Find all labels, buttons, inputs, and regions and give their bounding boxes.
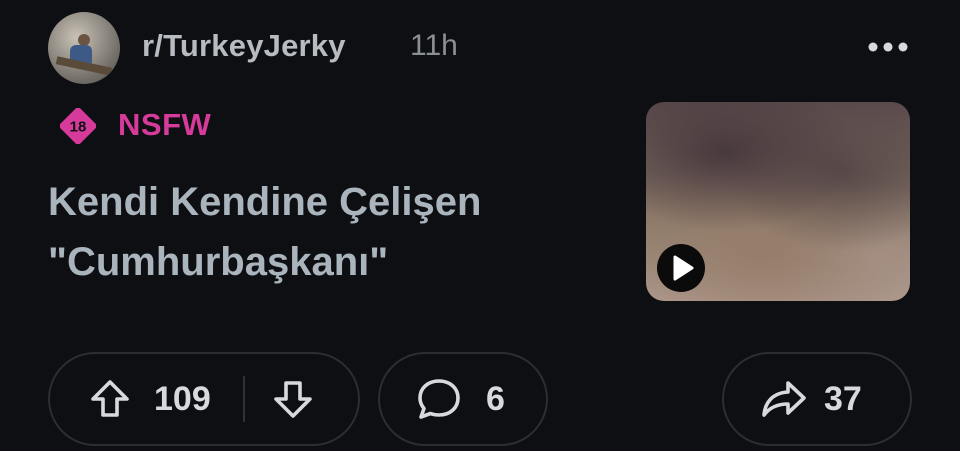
share-icon-wrap — [760, 377, 808, 421]
play-icon[interactable] — [656, 243, 706, 293]
share-button[interactable]: 37 — [722, 352, 912, 446]
upvote-icon — [91, 380, 129, 417]
subreddit-avatar[interactable] — [48, 12, 120, 84]
more-options-button[interactable] — [862, 32, 914, 62]
comment-button[interactable]: 6 — [378, 352, 548, 446]
comment-icon-wrap — [416, 377, 462, 421]
comment-icon — [418, 379, 460, 419]
post-time: 11h — [410, 29, 458, 62]
more-icon — [868, 42, 908, 52]
upvote-button[interactable] — [88, 377, 132, 421]
share-icon — [762, 381, 806, 417]
post-title[interactable]: Kendi Kendine Çelişen "Cumhurbaşkanı" — [48, 172, 608, 292]
downvote-icon — [273, 381, 312, 418]
nsfw-label: NSFW — [118, 107, 212, 142]
downvote-button[interactable] — [271, 377, 315, 421]
nsfw-badge-text: 18 — [70, 119, 87, 136]
upvote-count: 109 — [154, 379, 211, 418]
subreddit-name[interactable]: r/TurkeyJerky — [142, 28, 346, 64]
vote-divider — [242, 376, 245, 422]
vote-bar: 109 — [48, 352, 360, 446]
nsfw-18-icon: 18 — [60, 108, 96, 144]
comment-count: 6 — [486, 379, 505, 418]
share-count: 37 — [824, 379, 862, 418]
